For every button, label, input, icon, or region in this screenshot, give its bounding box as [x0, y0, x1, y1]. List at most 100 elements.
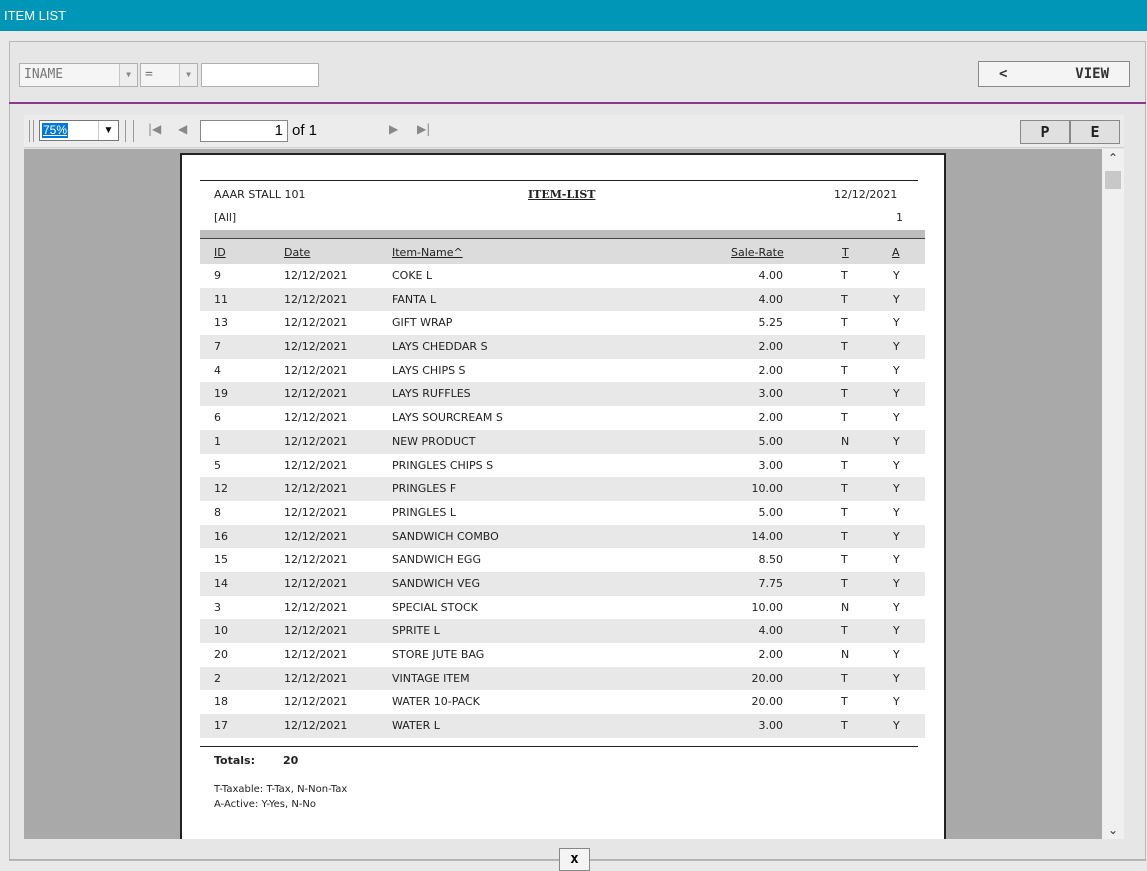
- cell-date: 12/12/2021: [284, 363, 348, 377]
- cell-active: Y: [893, 458, 900, 472]
- cell-active: Y: [893, 529, 900, 543]
- close-button[interactable]: x: [559, 848, 590, 871]
- scrollbar-thumb[interactable]: [1105, 171, 1121, 189]
- cell-item-name: SANDWICH VEG: [392, 576, 480, 590]
- scroll-up-icon[interactable]: ⌃: [1102, 151, 1124, 165]
- report-page-number: 1: [896, 211, 903, 224]
- cell-id: 16: [214, 529, 228, 543]
- cell-taxable: T: [841, 719, 848, 733]
- cell-taxable: N: [841, 648, 850, 661]
- cell-active: Y: [893, 434, 900, 448]
- divider: [9, 102, 1146, 104]
- scroll-down-icon[interactable]: ⌄: [1102, 823, 1124, 837]
- col-header-taxable: T: [842, 246, 849, 259]
- cell-item-name: PRINGLES L: [392, 505, 456, 519]
- cell-active: Y: [893, 505, 900, 519]
- table-row: 14 12/12/2021 SANDWICH VEG 7.75 T Y: [200, 571, 925, 596]
- cell-id: 1: [214, 434, 221, 448]
- cell-sale-rate: 2.00: [758, 648, 784, 661]
- cell-item-name: SPECIAL STOCK: [392, 600, 478, 614]
- cell-active: Y: [893, 695, 900, 709]
- cell-date: 12/12/2021: [284, 316, 348, 330]
- cell-active: Y: [893, 269, 900, 282]
- page-number-input[interactable]: 1: [200, 120, 288, 142]
- table-row: 6 12/12/2021 LAYS SOURCREAM S 2.00 T Y: [200, 406, 925, 430]
- cell-sale-rate: 5.00: [758, 505, 784, 519]
- cell-sale-rate: 2.00: [758, 363, 784, 377]
- cell-active: Y: [893, 292, 900, 306]
- cell-id: 3: [214, 600, 221, 614]
- report-title: ITEM-LIST: [528, 188, 596, 201]
- last-page-icon[interactable]: ▶|: [417, 122, 430, 136]
- view-button[interactable]: < VIEW: [978, 61, 1130, 87]
- chevron-down-icon[interactable]: ▼: [179, 64, 197, 86]
- cell-taxable: T: [841, 671, 848, 685]
- cell-active: Y: [893, 600, 900, 614]
- export-button[interactable]: E: [1070, 120, 1120, 144]
- col-header-date: Date: [284, 246, 311, 259]
- chevron-down-icon[interactable]: ▼: [119, 64, 137, 86]
- col-header-id: ID: [214, 246, 226, 259]
- cell-sale-rate: 2.00: [758, 340, 784, 354]
- cell-taxable: N: [841, 434, 850, 448]
- cell-id: 20: [214, 648, 228, 661]
- report-filter: [All]: [214, 211, 237, 224]
- cell-sale-rate: 3.00: [758, 387, 784, 401]
- cell-taxable: T: [841, 695, 848, 709]
- field-select[interactable]: INAME ▼: [19, 63, 138, 87]
- cell-sale-rate: 7.75: [758, 576, 784, 590]
- zoom-select[interactable]: 75% ▼: [39, 120, 119, 141]
- cell-item-name: PRINGLES F: [392, 482, 457, 496]
- cell-date: 12/12/2021: [284, 648, 348, 661]
- col-header-sale-rate: Sale-Rate: [731, 246, 784, 259]
- toolbar-separator: [29, 120, 30, 142]
- cell-date: 12/12/2021: [284, 624, 348, 638]
- cell-active: Y: [893, 624, 900, 638]
- cell-taxable: T: [841, 292, 848, 306]
- table-body: 9 12/12/2021 COKE L 4.00 T Y 11 12/12/2021 FANTA…: [200, 264, 925, 738]
- zoom-value: 75%: [42, 123, 69, 138]
- cell-id: 2: [214, 671, 221, 685]
- next-page-icon[interactable]: ▶: [389, 122, 398, 136]
- cell-item-name: SANDWICH EGG: [392, 553, 481, 567]
- cell-date: 12/12/2021: [284, 505, 348, 519]
- table-row: 18 12/12/2021 WATER 10-PACK 20.00 T Y: [200, 690, 925, 714]
- cell-sale-rate: 2.00: [758, 411, 784, 425]
- cell-taxable: T: [841, 387, 848, 401]
- cell-id: 14: [214, 576, 228, 590]
- cell-active: Y: [893, 363, 900, 377]
- filter-value-input[interactable]: [201, 63, 319, 87]
- first-page-icon[interactable]: |◀: [148, 122, 161, 136]
- table-row: 16 12/12/2021 SANDWICH COMBO 14.00 T Y: [200, 524, 925, 549]
- cell-item-name: STORE JUTE BAG: [392, 648, 485, 661]
- cell-date: 12/12/2021: [284, 458, 348, 472]
- cell-item-name: LAYS SOURCREAM S: [392, 411, 503, 425]
- cell-taxable: T: [841, 505, 848, 519]
- cell-date: 12/12/2021: [284, 553, 348, 567]
- print-button[interactable]: P: [1020, 120, 1070, 144]
- totals-rule: [200, 746, 918, 747]
- view-button-label: VIEW: [1075, 66, 1109, 82]
- table-row: 8 12/12/2021 PRINGLES L 5.00 T Y: [200, 501, 925, 525]
- vertical-scrollbar[interactable]: ⌃ ⌄: [1102, 149, 1124, 839]
- operator-select[interactable]: = ▼: [140, 63, 198, 87]
- cell-taxable: T: [841, 576, 848, 590]
- page-count-label: of 1: [292, 122, 318, 139]
- cell-item-name: GIFT WRAP: [392, 316, 453, 330]
- chevron-down-icon[interactable]: ▼: [98, 121, 118, 140]
- cell-id: 7: [214, 340, 221, 354]
- cell-taxable: T: [841, 363, 848, 377]
- table-row: 1 12/12/2021 NEW PRODUCT 5.00 N Y: [200, 429, 925, 454]
- cell-item-name: LAYS CHEDDAR S: [392, 340, 488, 354]
- cell-item-name: VINTAGE ITEM: [392, 671, 470, 685]
- cell-id: 15: [214, 553, 228, 567]
- cell-sale-rate: 3.00: [758, 719, 784, 733]
- cell-sale-rate: 20.00: [751, 695, 784, 709]
- cell-date: 12/12/2021: [284, 600, 348, 614]
- prev-page-icon[interactable]: ◀: [178, 122, 187, 136]
- cell-taxable: T: [841, 458, 848, 472]
- cell-sale-rate: 4.00: [758, 292, 784, 306]
- toolbar-separator: [33, 120, 34, 142]
- table-row: 19 12/12/2021 LAYS RUFFLES 3.00 T Y: [200, 382, 925, 407]
- cell-taxable: T: [841, 269, 848, 282]
